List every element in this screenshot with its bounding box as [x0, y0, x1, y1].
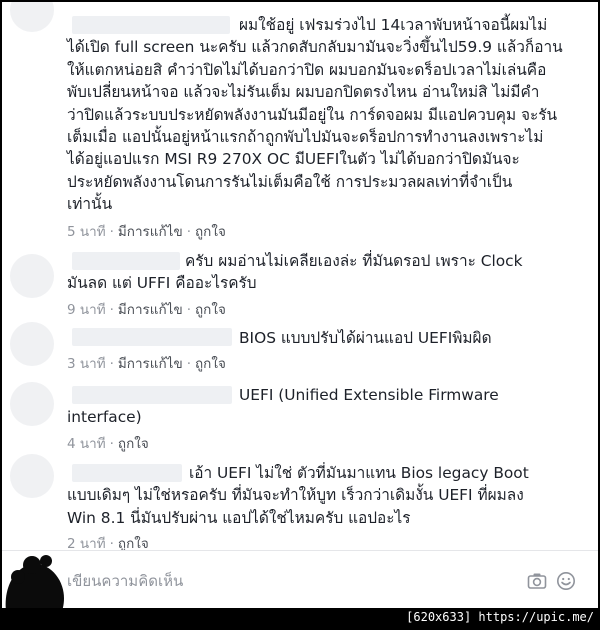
commenter-avatar[interactable] — [10, 382, 54, 426]
comment-thread: ผมใช้อยู่ เฟรมร่วงไป 14เวลาพับหน้าจอนี้ผ… — [2, 2, 598, 608]
comment-text: ครับ ผมอ่านไม่เคลียเองล่ะ ที่มันดรอป เพร… — [67, 252, 523, 293]
comment-text: UEFI (Unified Extensible Firmware interf… — [67, 386, 499, 427]
commenter-avatar[interactable] — [10, 254, 54, 298]
image-footer: [620x633] https://upic.me/ — [0, 608, 600, 630]
separator: · — [186, 224, 191, 240]
watermark-text: [620x633] https://upic.me/ — [406, 610, 594, 624]
separator: · — [109, 302, 114, 318]
camera-icon[interactable] — [527, 571, 547, 591]
edited-link[interactable]: มีการแก้ไข — [118, 302, 183, 318]
commenter-avatar[interactable] — [10, 2, 54, 32]
commenter-avatar[interactable] — [10, 322, 54, 366]
like-button[interactable]: ถูกใจ — [195, 224, 226, 240]
separator: · — [186, 356, 191, 372]
separator: · — [186, 302, 191, 318]
current-user-avatar[interactable] — [2, 553, 72, 608]
commenter-avatar[interactable] — [10, 454, 54, 498]
comment-text: เอ้า UEFI ไม่ใช่ ตัวที่มันมาแทน Bios leg… — [67, 464, 529, 527]
like-button[interactable]: ถูกใจ — [195, 302, 226, 318]
comment-meta: 5 นาที · มีการแก้ไข · ถูกใจ — [67, 220, 226, 242]
emoji-icon[interactable] — [556, 571, 576, 591]
comment-time[interactable]: 4 นาที — [67, 436, 106, 452]
comment-meta: 4 นาที · ถูกใจ — [67, 432, 149, 454]
separator: · — [109, 224, 114, 240]
separator: · — [109, 356, 114, 372]
edited-link[interactable]: มีการแก้ไข — [118, 224, 183, 240]
comment-text: ผมใช้อยู่ เฟรมร่วงไป 14เวลาพับหน้าจอนี้ผ… — [67, 16, 563, 214]
comment-time[interactable]: 3 นาที — [67, 356, 106, 372]
comment-meta: 3 นาที · มีการแก้ไข · ถูกใจ — [67, 352, 226, 374]
comment-composer — [2, 550, 598, 608]
comment-meta: 9 นาที · มีการแก้ไข · ถูกใจ — [67, 298, 226, 320]
comment-input[interactable] — [67, 569, 522, 593]
separator: · — [109, 436, 114, 452]
like-button[interactable]: ถูกใจ — [195, 356, 226, 372]
comment-text: BIOS แบบปรับได้ผ่านแอป UEFIพิมผิด — [239, 329, 492, 347]
comment-time[interactable]: 9 นาที — [67, 302, 106, 318]
comment-time[interactable]: 5 นาที — [67, 224, 106, 240]
edited-link[interactable]: มีการแก้ไข — [118, 356, 183, 372]
like-button[interactable]: ถูกใจ — [118, 436, 149, 452]
